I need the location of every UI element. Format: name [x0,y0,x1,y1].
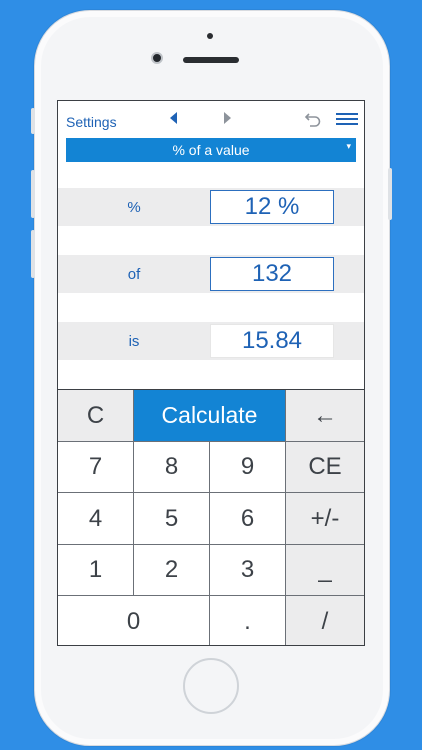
calculate-button[interactable]: Calculate [134,390,286,442]
home-button[interactable] [183,658,239,714]
of-row: of 132 [58,255,364,293]
volume-down-button [31,230,35,278]
menu-icon[interactable] [336,113,358,125]
sign-toggle-button[interactable]: +/- [286,493,364,545]
of-value-field[interactable]: 132 [210,257,334,291]
triangle-right-icon[interactable] [224,112,231,124]
key-9[interactable]: 9 [210,442,286,493]
mute-switch [31,108,35,134]
percent-row: % 12 % [58,188,364,226]
front-camera [151,52,163,64]
triangle-left-icon[interactable] [170,112,177,124]
sensor-dot [207,33,213,39]
key-0[interactable]: 0 [58,596,210,645]
undo-icon[interactable] [304,111,322,127]
is-label: is [128,332,140,350]
key-8[interactable]: 8 [134,442,210,493]
dropdown-caret-icon: ▾ [346,141,351,151]
key-5[interactable]: 5 [134,493,210,545]
mode-selector[interactable]: % of a value ▾ [66,138,356,162]
minus-button[interactable]: _ [286,545,364,596]
decimal-button[interactable]: . [210,596,286,645]
key-4[interactable]: 4 [58,493,134,545]
backspace-button[interactable]: ← [286,390,364,442]
clear-button[interactable]: C [58,390,134,442]
key-6[interactable]: 6 [210,493,286,545]
result-field: 15.84 [210,324,334,358]
mode-selected-label: % of a value [172,142,250,158]
earpiece-speaker [183,57,239,63]
is-row: is 15.84 [58,322,364,360]
of-label: of [127,265,141,283]
clear-entry-button[interactable]: CE [286,442,364,493]
percent-label: % [127,198,141,216]
key-1[interactable]: 1 [58,545,134,596]
key-2[interactable]: 2 [134,545,210,596]
key-7[interactable]: 7 [58,442,134,493]
power-button [388,168,392,220]
key-3[interactable]: 3 [210,545,286,596]
top-nav: Settings [58,101,364,137]
keypad: C Calculate ← 7 8 9 CE 4 5 6 +/- 1 2 3 _… [58,389,364,645]
divide-button[interactable]: / [286,596,364,645]
volume-up-button [31,170,35,218]
percent-field[interactable]: 12 % [210,190,334,224]
settings-link[interactable]: Settings [66,114,117,130]
app-screen: Settings % of a value ▾ % 12 % of 132 is… [57,100,365,646]
